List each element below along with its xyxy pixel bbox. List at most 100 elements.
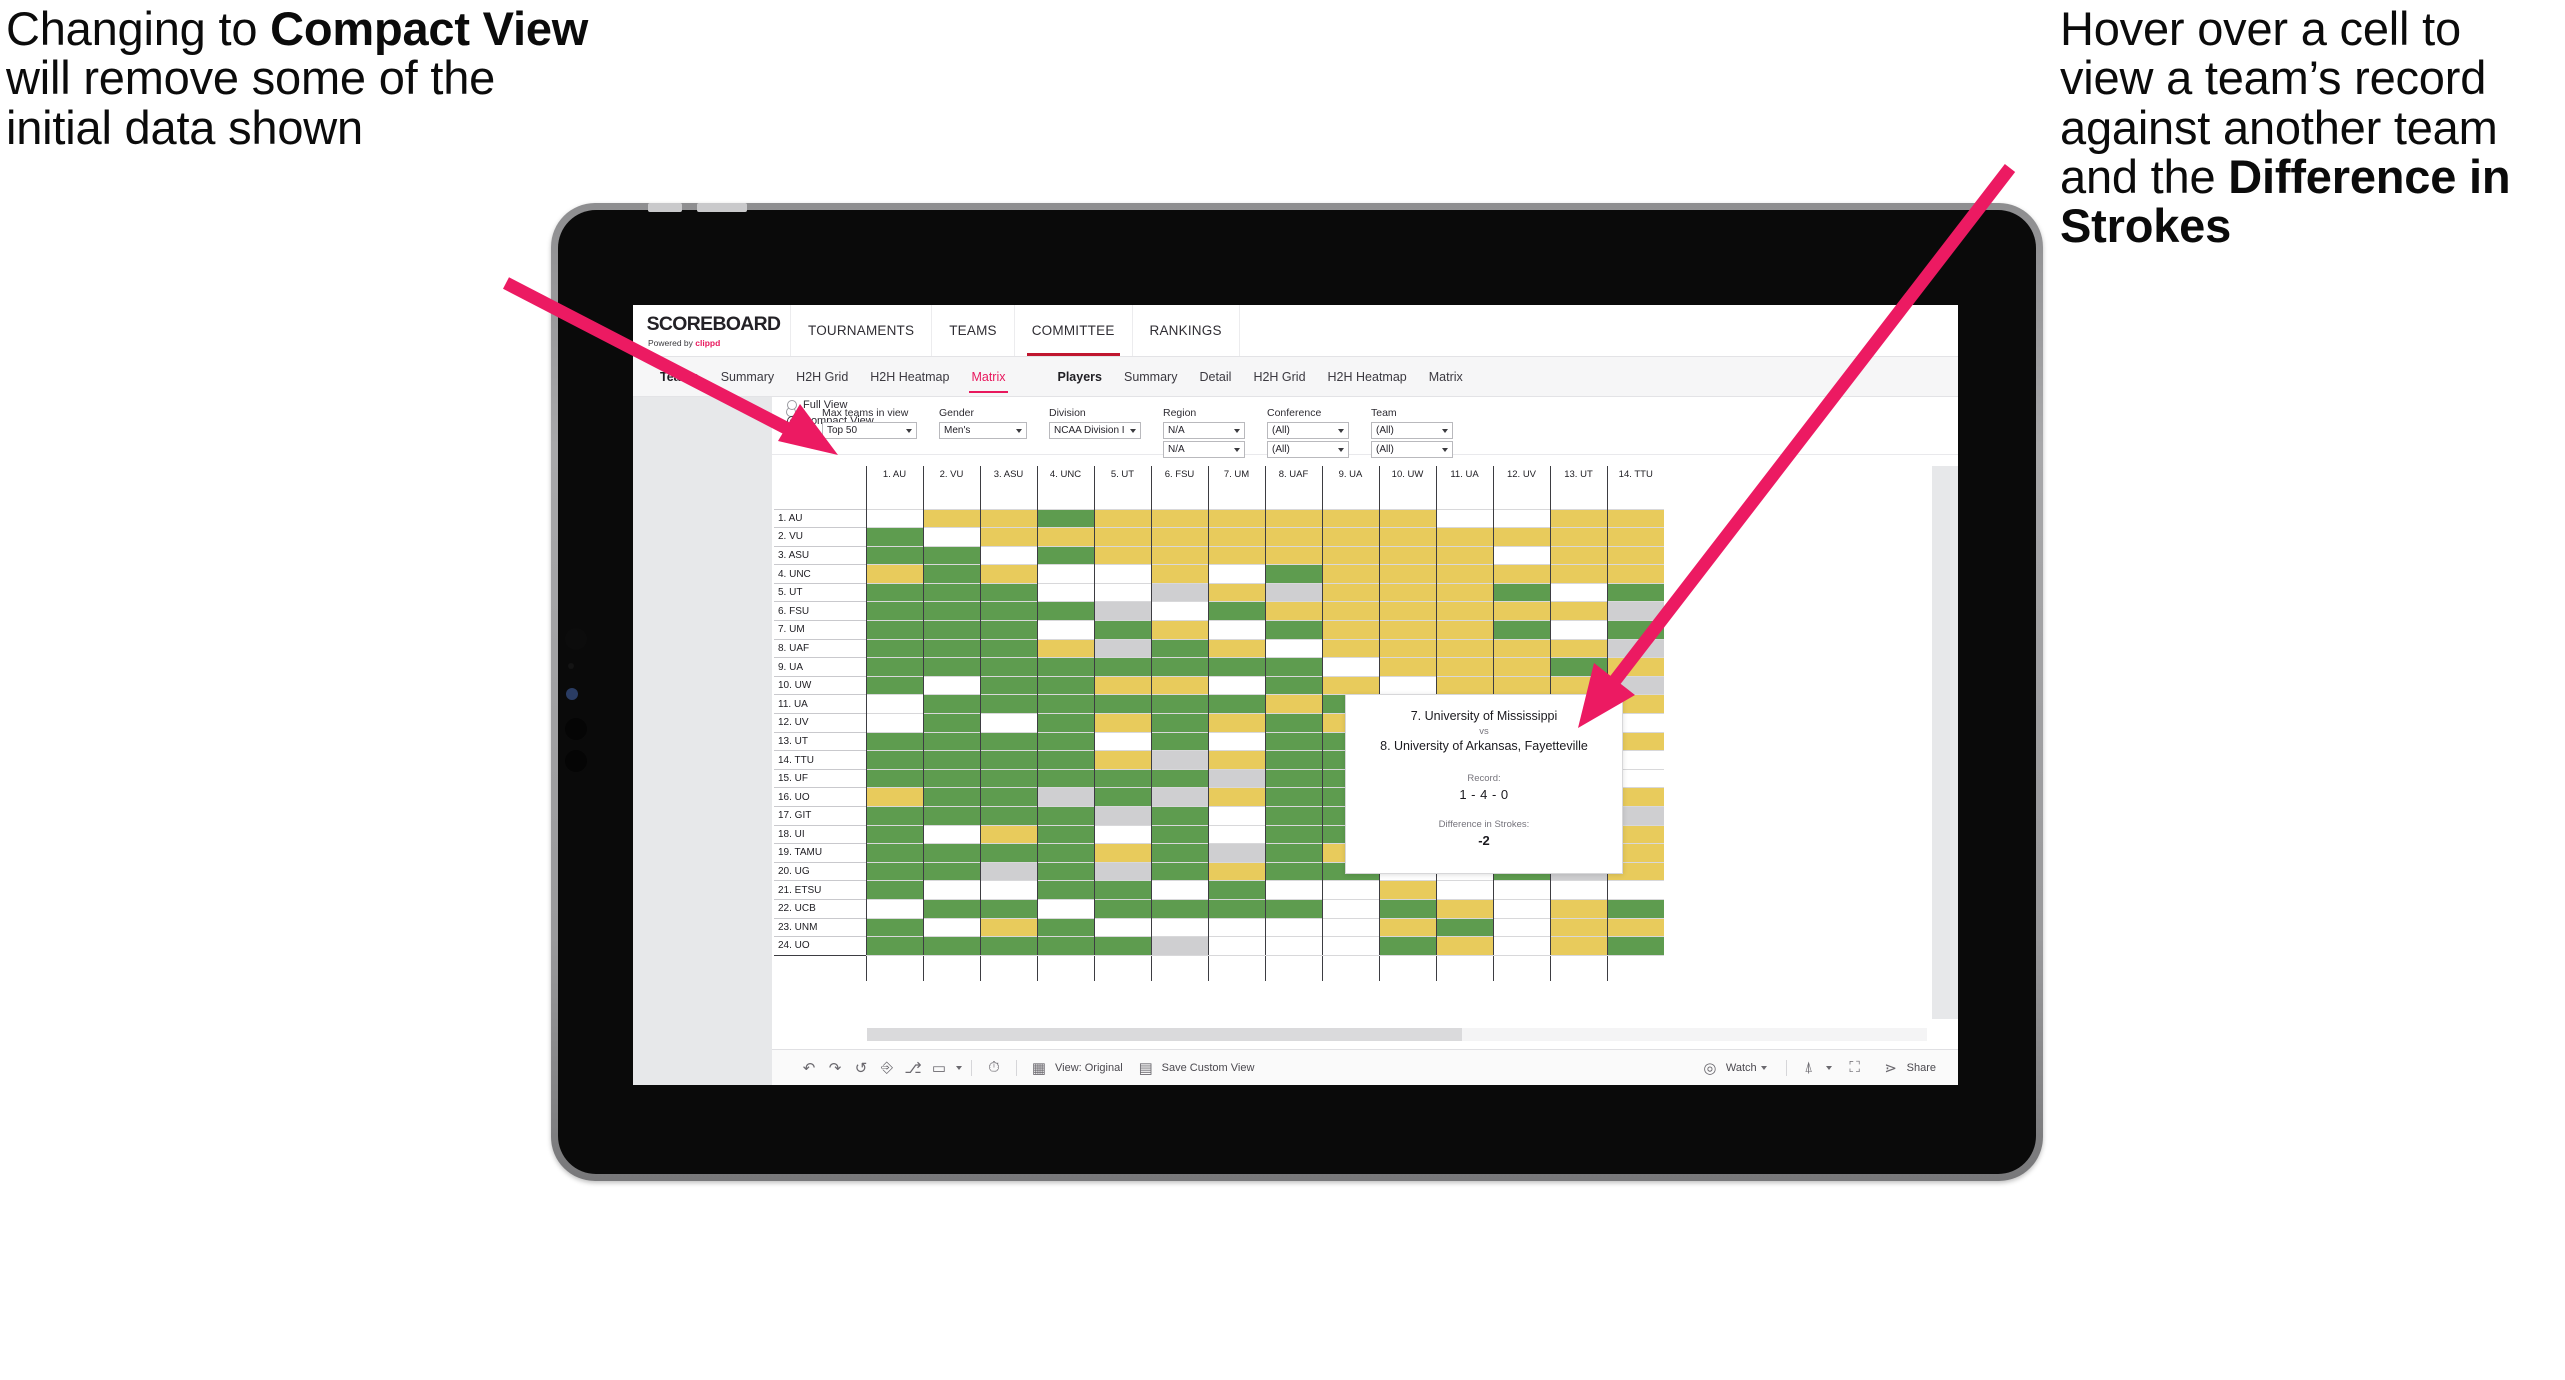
matrix-cell[interactable] [1036, 601, 1094, 621]
matrix-cell[interactable] [1378, 545, 1436, 565]
matrix-cell[interactable] [1549, 898, 1607, 919]
matrix-cell[interactable] [865, 750, 923, 770]
matrix-cell[interactable] [1036, 824, 1094, 844]
matrix-cell[interactable] [979, 675, 1037, 695]
matrix-cell[interactable] [1606, 638, 1664, 658]
matrix-cell[interactable] [1150, 601, 1208, 621]
matrix-cell[interactable] [1036, 917, 1094, 937]
chevron-down-icon[interactable] [956, 1065, 962, 1070]
matrix-cell[interactable] [1378, 508, 1436, 528]
matrix-cell[interactable] [1036, 880, 1094, 900]
filter-gender-select[interactable]: Men's [939, 422, 1027, 439]
matrix-cell[interactable] [1321, 675, 1379, 695]
matrix-cell[interactable] [922, 824, 980, 844]
matrix-cell[interactable] [1264, 675, 1322, 695]
matrix-cell[interactable] [979, 787, 1037, 807]
subtab-teams-summary[interactable]: Summary [710, 370, 785, 384]
matrix-cell[interactable] [865, 843, 923, 863]
matrix-cell[interactable] [1150, 657, 1208, 677]
matrix-cell[interactable] [979, 620, 1037, 640]
matrix-cell[interactable] [922, 620, 980, 640]
matrix-cell[interactable] [865, 694, 923, 714]
matrix-cell[interactable] [1435, 545, 1493, 565]
matrix-cell[interactable] [1606, 564, 1664, 584]
matrix-cell[interactable] [1150, 768, 1208, 788]
matrix-cell[interactable] [1093, 508, 1151, 528]
matrix-cell[interactable] [922, 731, 980, 751]
matrix-cell[interactable] [922, 843, 980, 863]
matrix-cell[interactable] [1378, 620, 1436, 640]
matrix-cell[interactable] [1150, 824, 1208, 844]
matrix-cell[interactable] [1207, 620, 1265, 640]
radio-compact-view-icon[interactable] [787, 416, 797, 426]
matrix-cell[interactable] [1321, 936, 1379, 956]
matrix-cell[interactable] [922, 713, 980, 733]
matrix-cell[interactable] [1492, 638, 1550, 658]
matrix-cell[interactable] [1606, 917, 1664, 937]
refresh-data-icon[interactable]: ⎆ [874, 1058, 900, 1078]
matrix-cell[interactable] [1435, 638, 1493, 658]
matrix-cell[interactable] [922, 527, 980, 547]
matrix-cell[interactable] [1150, 917, 1208, 937]
matrix-cell[interactable] [1264, 824, 1322, 844]
filter-region-select-1[interactable]: N/A [1163, 422, 1245, 439]
watch-button[interactable]: ◎ Watch [1697, 1058, 1767, 1078]
matrix-cell[interactable] [979, 917, 1037, 937]
matrix-cell[interactable] [1207, 824, 1265, 844]
matrix-cell[interactable] [1150, 806, 1208, 826]
topnav-item-tournaments[interactable]: TOURNAMENTS [791, 305, 933, 356]
matrix-cell[interactable] [1435, 675, 1493, 695]
matrix-cell[interactable] [1321, 917, 1379, 937]
matrix-cell[interactable] [1606, 508, 1664, 528]
matrix-cell[interactable] [922, 917, 980, 937]
matrix-cell[interactable] [1492, 527, 1550, 547]
matrix-cell[interactable] [865, 898, 923, 919]
matrix-cell[interactable] [1435, 917, 1493, 937]
matrix-cell[interactable] [1150, 880, 1208, 900]
matrix-cell[interactable] [1549, 582, 1607, 602]
matrix-cell[interactable] [1036, 843, 1094, 863]
matrix-cell[interactable] [1093, 675, 1151, 695]
matrix-cell[interactable] [979, 657, 1037, 677]
matrix-cell[interactable] [1150, 843, 1208, 863]
matrix-cell[interactable] [1093, 657, 1151, 677]
device-layout-icon[interactable]: ▭ [926, 1058, 952, 1078]
matrix-cell[interactable] [979, 880, 1037, 900]
matrix-cell[interactable] [1435, 936, 1493, 956]
matrix-cell[interactable] [1435, 601, 1493, 621]
matrix-cell[interactable] [1549, 564, 1607, 584]
share-button[interactable]: ⋗ Share [1878, 1058, 1936, 1078]
matrix-cell[interactable] [1036, 936, 1094, 956]
matrix-cell[interactable] [979, 582, 1037, 602]
matrix-cell[interactable] [979, 694, 1037, 714]
matrix-cell[interactable] [1264, 545, 1322, 565]
matrix-cell[interactable] [1549, 675, 1607, 695]
matrix-cell[interactable] [1264, 601, 1322, 621]
matrix-cell[interactable] [1606, 582, 1664, 602]
matrix-cell[interactable] [979, 545, 1037, 565]
matrix-cell[interactable] [1150, 787, 1208, 807]
matrix-cell[interactable] [1093, 917, 1151, 937]
matrix-cell[interactable] [865, 564, 923, 584]
matrix-cell[interactable] [1207, 936, 1265, 956]
matrix-cell[interactable] [1207, 917, 1265, 937]
matrix-cell[interactable] [1264, 861, 1322, 881]
matrix-cell[interactable] [979, 898, 1037, 919]
matrix-cell[interactable] [1150, 545, 1208, 565]
matrix-cell[interactable] [1378, 527, 1436, 547]
radio-compact-view[interactable]: Compact View [787, 415, 874, 427]
matrix-cell[interactable] [922, 638, 980, 658]
matrix-cell[interactable] [1207, 545, 1265, 565]
matrix-cell[interactable] [1093, 880, 1151, 900]
matrix-cell[interactable] [1036, 806, 1094, 826]
matrix-cell[interactable] [1150, 675, 1208, 695]
matrix-cell[interactable] [1549, 508, 1607, 528]
matrix-cell[interactable] [1093, 898, 1151, 919]
matrix-cell[interactable] [1606, 880, 1664, 900]
matrix-cell[interactable] [1606, 675, 1664, 695]
matrix-cell[interactable] [1036, 861, 1094, 881]
matrix-cell[interactable] [1093, 527, 1151, 547]
matrix-cell[interactable] [865, 768, 923, 788]
matrix-cell[interactable] [922, 601, 980, 621]
matrix-cell[interactable] [1207, 898, 1265, 919]
